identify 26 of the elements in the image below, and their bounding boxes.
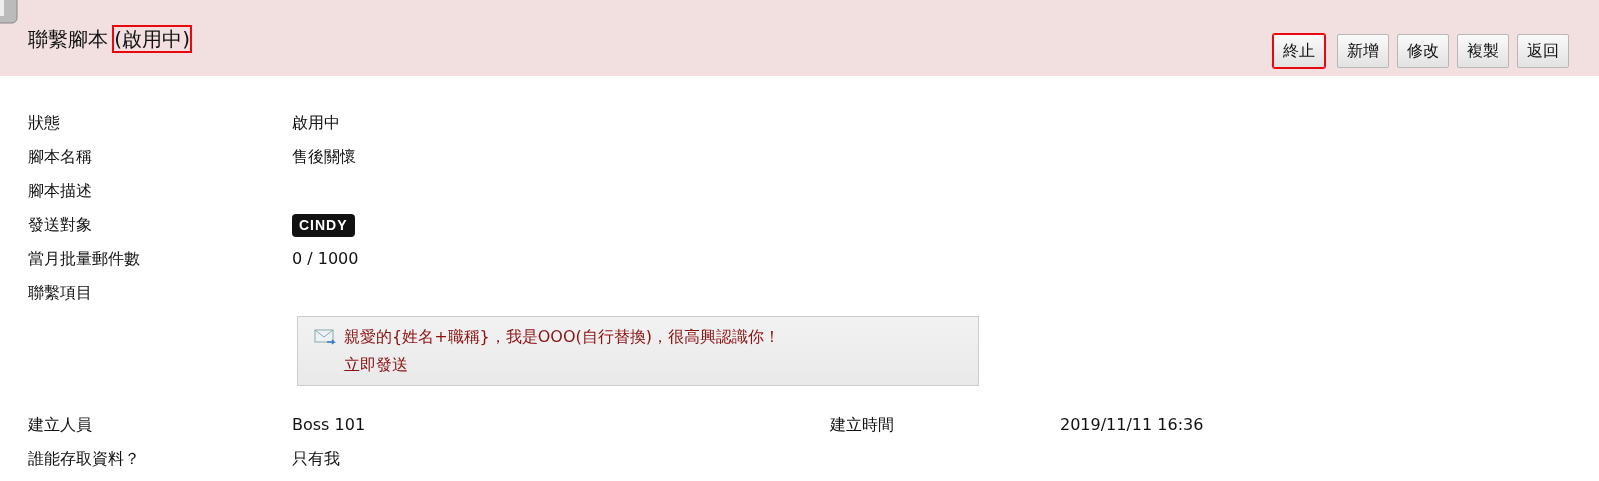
field-label: 誰能存取資料？: [28, 448, 141, 470]
action-button[interactable]: 複製: [1457, 34, 1509, 68]
field-label: 腳本描述: [28, 180, 93, 202]
field-label: 聯繫項目: [28, 282, 93, 304]
send-now-link[interactable]: 立即發送: [344, 353, 408, 377]
field-label: 建立人員: [28, 414, 93, 436]
tag-badge: CINDY: [292, 213, 355, 237]
field-value: 0 / 1000: [292, 248, 359, 270]
field-label: 發送對象: [28, 214, 93, 236]
field-label: 建立時間: [830, 414, 895, 436]
field-value: 2019/11/11 16:36: [1060, 414, 1204, 436]
action-button[interactable]: 修改: [1397, 34, 1449, 68]
action-button[interactable]: 返回: [1517, 34, 1569, 68]
field-label: 腳本名稱: [28, 146, 93, 168]
field-label: 狀態: [28, 112, 61, 134]
envelope-icon: [314, 328, 336, 346]
field-value: 售後關懷: [292, 146, 356, 168]
field-value: Boss 101: [292, 414, 367, 436]
field-label: 當月批量郵件數: [28, 248, 141, 270]
field-value: 啟用中: [292, 112, 340, 134]
action-button[interactable]: 新增: [1337, 34, 1389, 68]
message-text: 親愛的{姓名+職稱}，我是OOO(自行替換)，很高興認識你！: [344, 326, 781, 348]
page-title: 聯繫腳本: [28, 27, 108, 51]
action-button[interactable]: 終止: [1273, 34, 1325, 68]
field-value: 只有我: [292, 448, 341, 470]
status-label: (啟用中): [114, 27, 190, 51]
